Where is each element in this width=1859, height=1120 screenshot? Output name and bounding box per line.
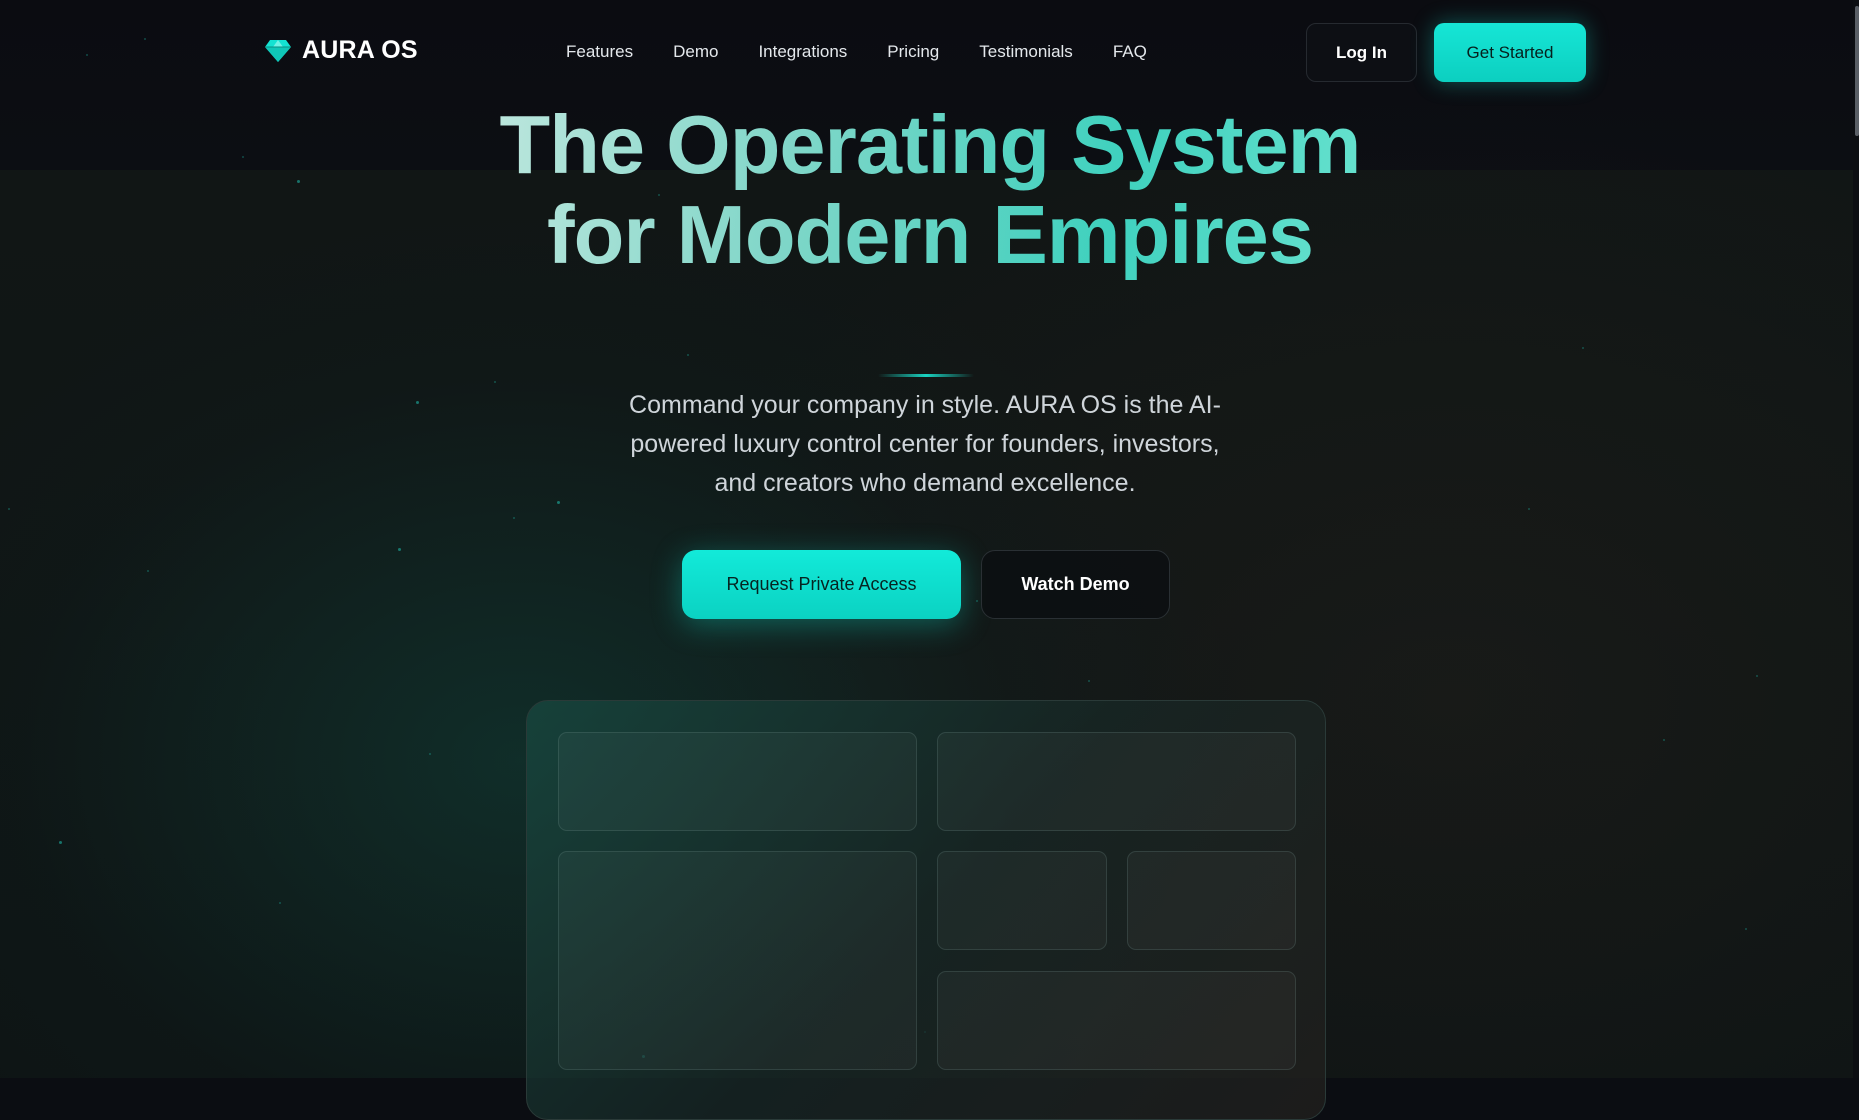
dashboard-panel (1127, 851, 1296, 950)
particle (976, 600, 978, 602)
particle (429, 753, 431, 755)
login-button[interactable]: Log In (1306, 23, 1417, 82)
dashboard-panel (558, 851, 917, 1070)
request-access-button[interactable]: Request Private Access (682, 550, 961, 619)
particle (1756, 675, 1758, 677)
nav-link-features[interactable]: Features (566, 42, 633, 62)
nav-link-testimonials[interactable]: Testimonials (979, 42, 1073, 62)
particle (416, 401, 419, 404)
particle (279, 902, 281, 904)
brand-logo[interactable]: AURA OS (264, 36, 418, 65)
particle (557, 501, 560, 504)
particle (1088, 680, 1090, 682)
diamond-icon (265, 39, 291, 62)
nav-link-pricing[interactable]: Pricing (887, 42, 939, 62)
nav-link-integrations[interactable]: Integrations (758, 42, 847, 62)
dashboard-panel (937, 851, 1107, 950)
particle (1582, 347, 1584, 349)
particle (513, 517, 515, 519)
brand-name: AURA OS (302, 36, 418, 64)
dashboard-panel (937, 971, 1296, 1070)
particle (398, 548, 401, 551)
particle (687, 354, 689, 356)
top-navigation: AURA OS Features Demo Integrations Prici… (0, 0, 1859, 105)
particle (1745, 928, 1747, 930)
dashboard-panel (937, 732, 1296, 831)
particle (1663, 739, 1665, 741)
particle (8, 508, 10, 510)
watch-demo-button[interactable]: Watch Demo (981, 550, 1170, 619)
get-started-button[interactable]: Get Started (1434, 23, 1586, 82)
nav-link-faq[interactable]: FAQ (1113, 42, 1147, 62)
particle (147, 570, 149, 572)
hero-subtitle: Command your company in style. AURA OS i… (629, 391, 1221, 497)
particle (59, 841, 62, 844)
hero-title: The Operating System for Modern Empires (480, 100, 1380, 280)
scrollbar-thumb[interactable] (1855, 6, 1859, 136)
particle (297, 180, 300, 183)
dashboard-panel (558, 732, 917, 831)
title-underline (878, 374, 974, 377)
particle (494, 381, 496, 383)
nav-link-demo[interactable]: Demo (673, 42, 718, 62)
nav-links: Features Demo Integrations Pricing Testi… (566, 42, 1147, 62)
dashboard-preview (526, 700, 1326, 1120)
scrollbar-track[interactable] (1853, 0, 1859, 1078)
particle (1528, 508, 1530, 510)
particle (242, 156, 244, 158)
